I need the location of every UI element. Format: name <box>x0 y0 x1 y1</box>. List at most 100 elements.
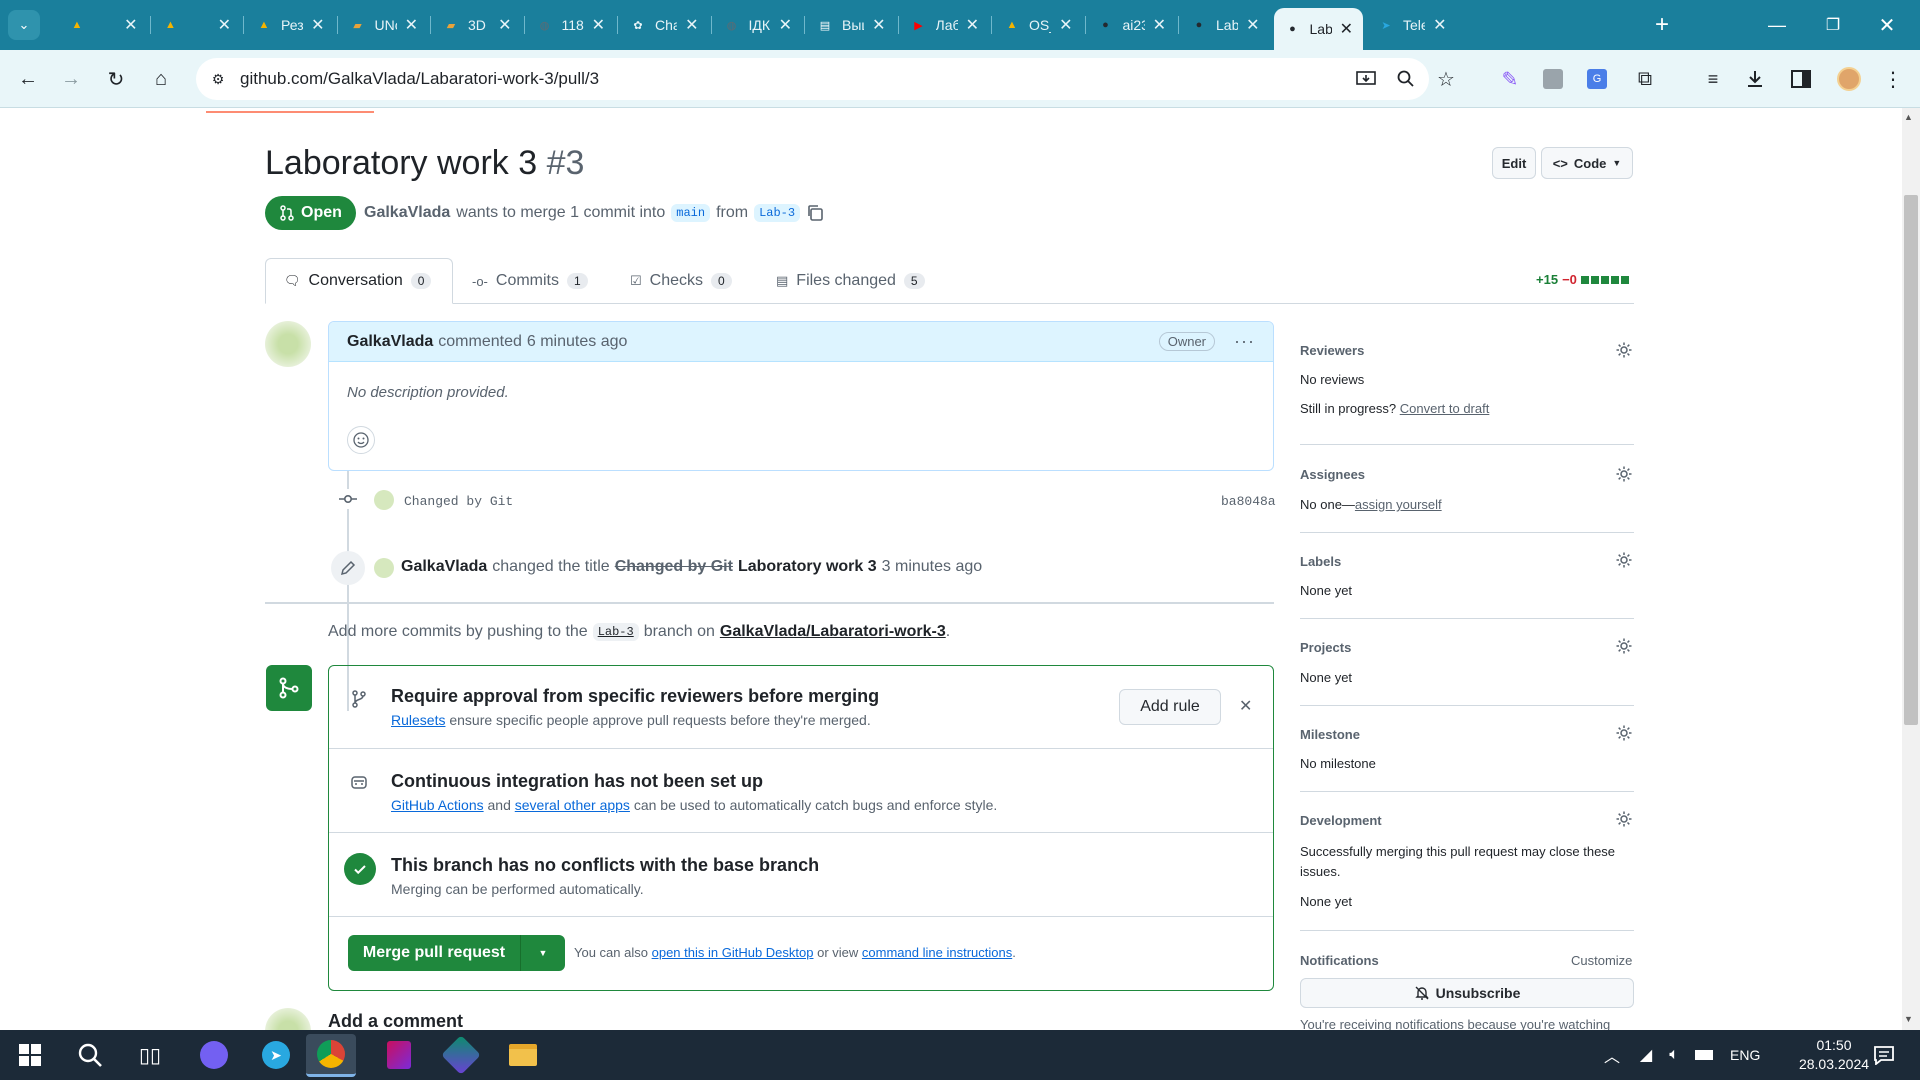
rename-author-link[interactable]: GalkaVlada <box>401 558 487 576</box>
file-explorer-icon[interactable] <box>505 1037 541 1073</box>
labels-heading[interactable]: Labels <box>1300 554 1341 569</box>
milestone-heading[interactable]: Milestone <box>1300 727 1360 742</box>
browser-tab[interactable]: ◍ IДК ✕ <box>713 8 803 42</box>
close-tab-icon[interactable]: ✕ <box>872 15 885 35</box>
translate-extension-icon[interactable]: G <box>1582 64 1612 94</box>
extensions-puzzle-icon[interactable]: ⧉ <box>1630 64 1660 94</box>
close-tab-icon[interactable]: ✕ <box>124 15 137 35</box>
add-reaction-button[interactable] <box>347 426 375 454</box>
development-heading[interactable]: Development <box>1300 813 1382 828</box>
chrome-icon[interactable] <box>306 1034 356 1077</box>
github-actions-link[interactable]: GitHub Actions <box>391 797 484 813</box>
browser-tab[interactable]: ◍ 118 ✕ <box>526 8 616 42</box>
browser-tab[interactable]: ✿ Cha ✕ <box>619 8 709 42</box>
development-gear-icon[interactable] <box>1615 810 1633 831</box>
close-tab-icon[interactable]: ✕ <box>498 15 511 35</box>
search-icon[interactable] <box>72 1037 108 1073</box>
downloads-icon[interactable] <box>1740 64 1770 94</box>
browser-tab[interactable]: ▲ ✕ <box>58 8 148 42</box>
comment-author-link[interactable]: GalkaVlada <box>347 333 433 351</box>
back-button[interactable]: ← <box>12 63 44 95</box>
telegram-icon[interactable]: ➤ <box>258 1037 294 1073</box>
close-tab-icon[interactable]: ✕ <box>592 15 605 35</box>
tab-checks[interactable]: ☑ Checks 0 <box>630 258 732 304</box>
customize-link[interactable]: Customize <box>1571 953 1632 968</box>
browser-tab[interactable]: ● ai23 ✕ <box>1087 8 1177 42</box>
add-rule-button[interactable]: Add rule <box>1119 689 1221 725</box>
current-user-avatar[interactable] <box>265 1008 311 1030</box>
zoom-icon[interactable] <box>1394 67 1418 91</box>
code-dropdown-button[interactable]: <> Code ▼ <box>1541 147 1633 179</box>
pen-extension-icon[interactable]: ✎ <box>1495 64 1525 94</box>
browser-tab[interactable]: ▤ Выц ✕ <box>806 8 896 42</box>
tray-overflow-icon[interactable]: ︿ <box>1600 1037 1624 1073</box>
tab-files-changed[interactable]: ▤ Files changed 5 <box>776 258 925 304</box>
browser-tab[interactable]: ➤ Tele ✕ <box>1367 8 1457 42</box>
task-view-icon[interactable]: ▯▯ <box>132 1037 168 1073</box>
home-button[interactable]: ⌂ <box>145 63 177 95</box>
browser-tab[interactable]: ▲ Резу ✕ <box>245 8 335 42</box>
push-hint-branch[interactable]: Lab-3 <box>592 623 639 641</box>
network-icon[interactable]: ◢ <box>1634 1037 1658 1073</box>
assign-yourself-link[interactable]: assign yourself <box>1355 497 1442 512</box>
browser-tab[interactable]: ▰ UNc ✕ <box>339 8 429 42</box>
commit-author-avatar[interactable] <box>374 490 394 510</box>
close-tab-icon[interactable]: ✕ <box>966 15 979 35</box>
close-tab-icon[interactable]: ✕ <box>779 15 792 35</box>
merge-options-caret-icon[interactable]: ▼ <box>521 935 565 971</box>
reviewers-gear-icon[interactable] <box>1615 341 1633 362</box>
volume-icon[interactable]: 🔈︎ <box>1662 1037 1686 1073</box>
browser-tab[interactable]: ▲ ✕ <box>152 8 242 42</box>
rename-author-avatar[interactable] <box>374 558 394 578</box>
tab-commits[interactable]: -o- Commits 1 <box>472 258 588 304</box>
author-avatar[interactable] <box>265 321 311 367</box>
rulesets-link[interactable]: Rulesets <box>391 712 445 728</box>
reload-button[interactable]: ↻ <box>100 63 132 95</box>
copy-icon[interactable] <box>806 204 824 222</box>
close-tab-icon[interactable]: ✕ <box>1433 15 1446 35</box>
windows-start-icon[interactable] <box>12 1037 48 1073</box>
close-tab-icon[interactable]: ✕ <box>1059 15 1072 35</box>
close-tab-icon[interactable]: ✕ <box>218 15 231 35</box>
side-panel-icon[interactable] <box>1786 64 1816 94</box>
dismiss-close-icon[interactable]: ✕ <box>1239 696 1252 716</box>
browser-menu-icon[interactable]: ⋮ <box>1878 64 1908 94</box>
scrollbar-thumb[interactable] <box>1904 195 1918 725</box>
url-text[interactable]: github.com/GalkaVlada/Labaratori-work-3/… <box>240 69 599 89</box>
restore-icon[interactable]: ❐ <box>1818 10 1848 40</box>
clock[interactable]: 01:50 28.03.2024 <box>1794 1036 1874 1074</box>
reviewers-heading[interactable]: Reviewers <box>1300 343 1364 358</box>
site-info-icon[interactable]: ⚙ <box>206 67 230 91</box>
merge-pull-request-button[interactable]: Merge pull request <box>348 935 521 971</box>
browser-tab[interactable]: ● Lab ✕ <box>1180 8 1270 42</box>
cli-instructions-link[interactable]: command line instructions <box>862 945 1012 960</box>
scroll-down-arrow-icon[interactable]: ▼ <box>1904 1014 1913 1024</box>
new-tab-button[interactable]: + <box>1648 11 1676 38</box>
push-hint-repo-link[interactable]: GalkaVlada/Labaratori-work-3 <box>720 623 946 641</box>
assignees-gear-icon[interactable] <box>1615 465 1633 486</box>
profile-avatar[interactable] <box>1834 64 1864 94</box>
viber-icon[interactable] <box>196 1037 232 1073</box>
browser-tab[interactable]: ● Lab ✕ <box>1273 8 1363 50</box>
commit-message-link[interactable]: Changed by Git <box>404 494 513 509</box>
commit-sha-link[interactable]: ba8048a <box>1221 494 1276 509</box>
assignees-heading[interactable]: Assignees <box>1300 467 1365 482</box>
convert-to-draft-link[interactable]: Convert to draft <box>1400 401 1490 416</box>
close-tab-icon[interactable]: ✕ <box>1153 15 1166 35</box>
browser-tab[interactable]: ▰ 3D ✕ <box>432 8 522 42</box>
tab-conversation[interactable]: 🗨︎ Conversation 0 <box>284 258 432 304</box>
close-tab-icon[interactable]: ✕ <box>311 15 324 35</box>
bookmark-star-icon[interactable]: ☆ <box>1434 67 1458 91</box>
gitkraken-icon[interactable] <box>441 1035 481 1075</box>
close-tab-icon[interactable]: ✕ <box>685 15 698 35</box>
other-apps-link[interactable]: several other apps <box>515 797 630 813</box>
head-branch[interactable]: Lab-3 <box>754 204 801 222</box>
notifications-center-icon[interactable] <box>1866 1037 1902 1073</box>
base-branch[interactable]: main <box>671 204 711 222</box>
close-tab-icon[interactable]: ✕ <box>1246 15 1259 35</box>
browser-tab[interactable]: ▲ OS_ ✕ <box>993 8 1083 42</box>
battery-icon[interactable] <box>1692 1037 1716 1073</box>
labels-gear-icon[interactable] <box>1615 551 1633 572</box>
rename-time-link[interactable]: 3 minutes ago <box>882 558 983 576</box>
address-bar[interactable]: ⚙ github.com/GalkaVlada/Labaratori-work-… <box>196 58 1455 100</box>
